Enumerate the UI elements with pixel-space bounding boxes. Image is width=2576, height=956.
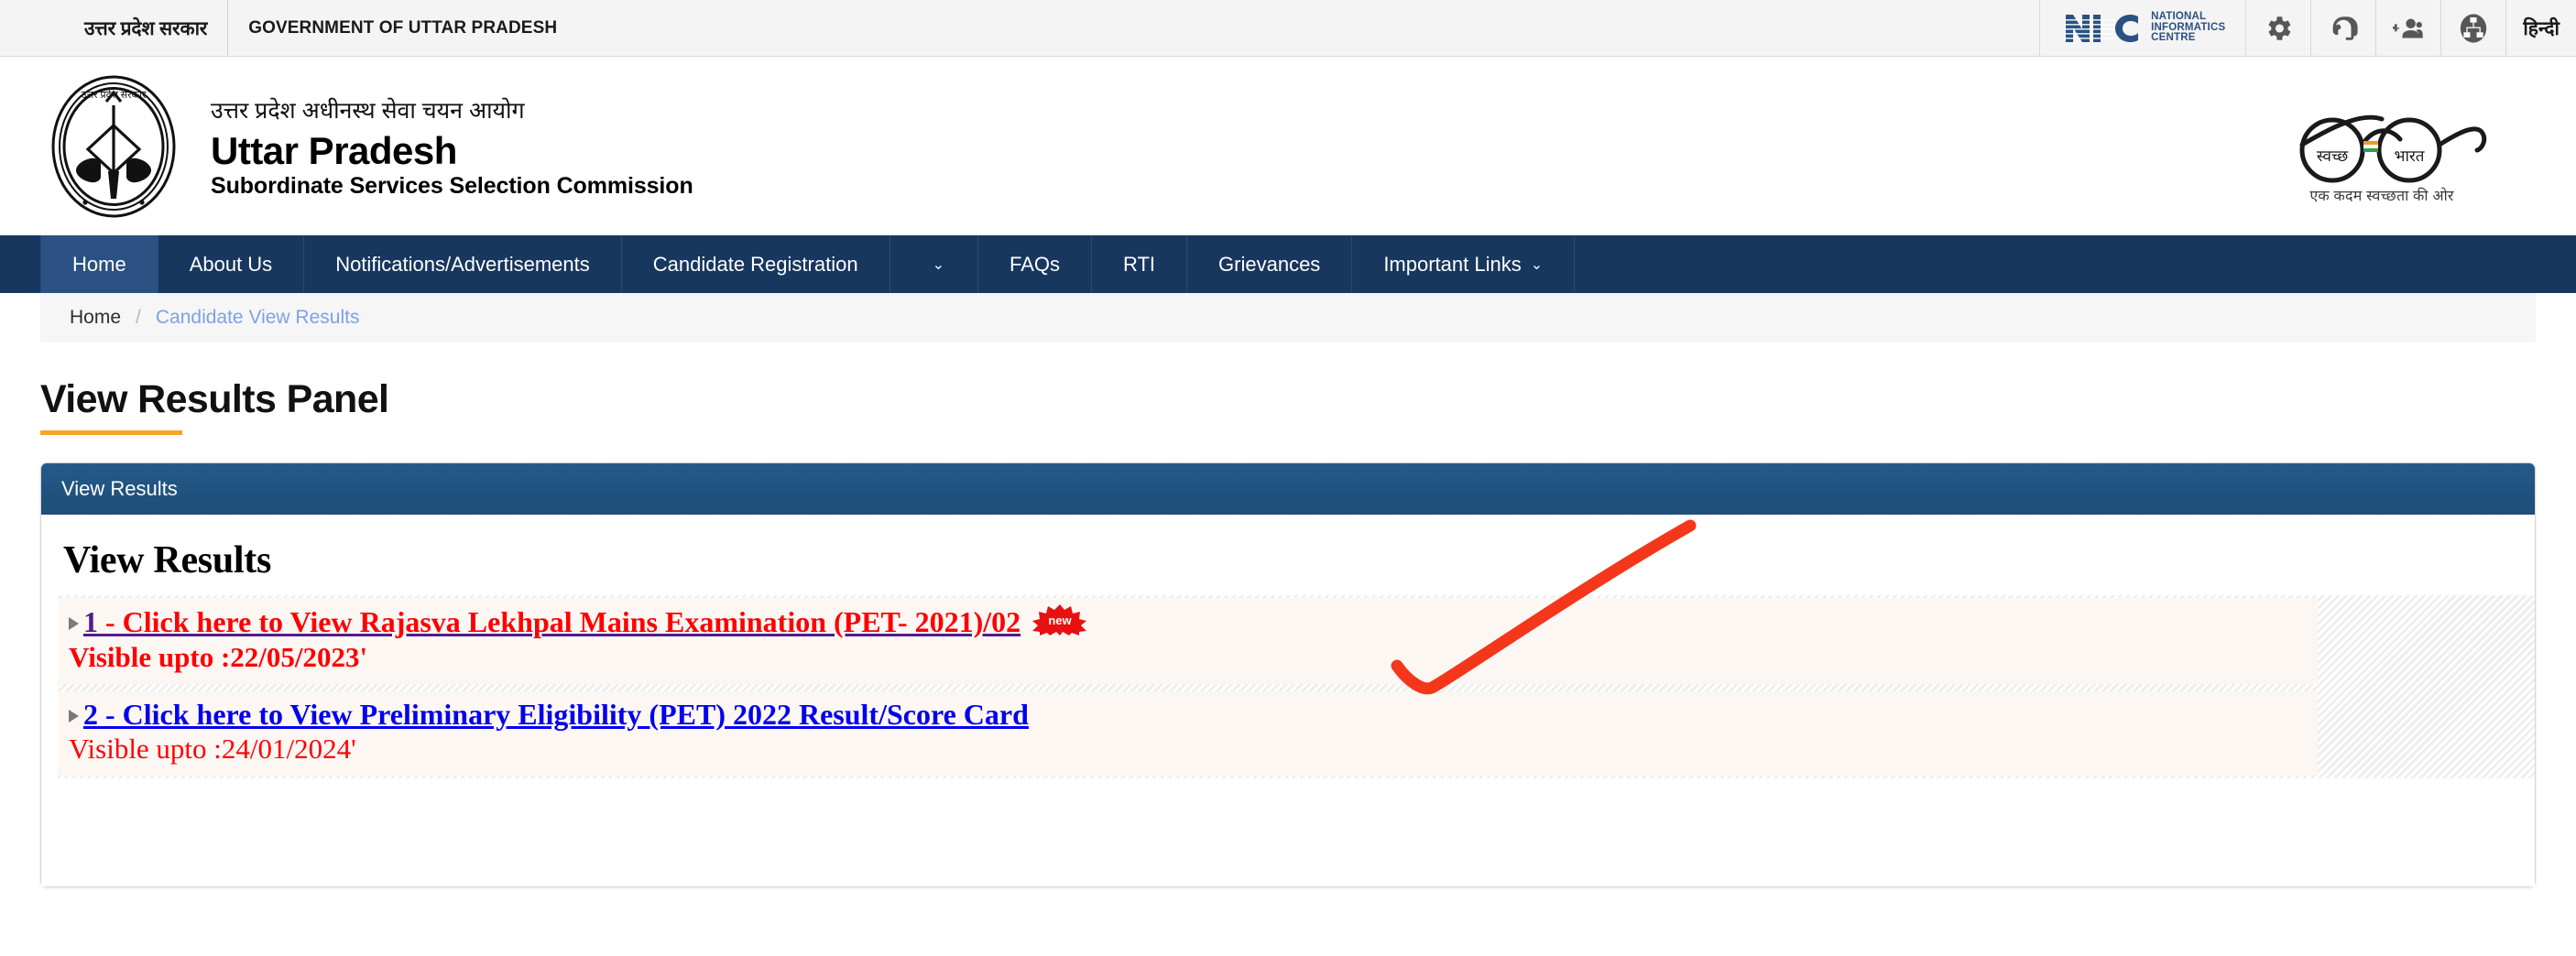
result-visibility-2: Visible upto :24/01/2024' [69, 733, 356, 765]
bullet-triangle-icon [69, 709, 79, 722]
chevron-down-icon: ⌄ [1530, 256, 1544, 273]
results-heading: View Results [63, 539, 271, 581]
page-title-section: View Results Panel [0, 342, 2576, 435]
add-user-icon [2393, 18, 2424, 38]
new-starburst-icon: new [1032, 604, 1087, 636]
result-link-text: - Click here to View Preliminary Eligibi… [98, 698, 1029, 731]
panel-header-label: View Results [61, 477, 178, 500]
up-government-emblem-icon: उत्तर प्रदेश सरकार [51, 75, 176, 217]
breadcrumb-separator: / [136, 307, 141, 328]
nic-wordmark: NATIONAL INFORMATICS CENTRE [2151, 10, 2225, 44]
nav-label: Important Links [1383, 252, 1522, 276]
panel-footer-space [41, 778, 2535, 886]
swachh-word-right: भारत [2395, 147, 2425, 165]
nav-label: Home [72, 252, 126, 276]
panel-body: View Results 1 - Click here to View Raja… [41, 515, 2535, 886]
nav-label: About Us [189, 252, 273, 276]
nav-item-home[interactable]: Home [40, 235, 158, 293]
breadcrumb: Home / Candidate View Results [40, 293, 2536, 342]
language-label: हिन्दी [2523, 17, 2560, 39]
page-title: View Results Panel [40, 377, 389, 421]
nav-label: Notifications/Advertisements [335, 252, 590, 276]
chevron-down-icon: ⌄ [932, 256, 944, 273]
nic-logo[interactable]: NATIONAL INFORMATICS CENTRE [2039, 0, 2246, 56]
new-badge-label: new [1049, 614, 1073, 627]
gov-name-english: GOVERNMENT OF UTTAR PRADESH [248, 17, 558, 38]
nav-item-important-links[interactable]: Important Links ⌄ [1352, 235, 1576, 293]
new-badge: new [1031, 604, 1088, 640]
nav-label: FAQs [1009, 252, 1060, 276]
result-link-text: - Click here to View Rajasva Lekhpal Mai… [98, 605, 1021, 638]
result-link-1[interactable]: 1 - Click here to View Rajasva Lekhpal M… [83, 605, 1021, 639]
swachh-word-left: स्वच्छ [2317, 147, 2349, 165]
nav-item-candidate-registration[interactable]: Candidate Registration [622, 235, 890, 293]
results-list: 1 - Click here to View Rajasva Lekhpal M… [58, 595, 2535, 778]
view-results-panel: View Results View Results 1 - Click here… [40, 462, 2536, 887]
breadcrumb-home-link[interactable]: Home [70, 307, 121, 329]
breadcrumb-current[interactable]: Candidate View Results [156, 307, 360, 329]
gear-icon [2268, 16, 2291, 40]
brand-block[interactable]: उत्तर प्रदेश सरकार उत्तर प्रदेश अधीनस्थ … [40, 74, 693, 219]
brand-title-line2: Subordinate Services Selection Commissio… [211, 172, 693, 199]
nic-line-1: NATIONAL [2151, 10, 2207, 22]
result-link-2[interactable]: 2 - Click here to View Preliminary Eligi… [83, 698, 1029, 732]
headset-icon [2332, 16, 2358, 40]
result-row: 2 - Click here to View Preliminary Eligi… [58, 691, 2318, 776]
brand-title-hindi: उत्तर प्रदेश अधीनस्थ सेवा चयन आयोग [211, 98, 525, 125]
sitemap-button[interactable] [2440, 0, 2506, 56]
sitemap-icon [2461, 13, 2487, 43]
site-header: उत्तर प्रदेश सरकार उत्तर प्रदेश अधीनस्थ … [0, 57, 2576, 235]
top-utility-bar: उत्तर प्रदेश सरकार GOVERNMENT OF UTTAR P… [0, 0, 2576, 57]
nic-line-3: CENTRE [2151, 32, 2196, 44]
swachh-tagline: एक कदम स्वच्छता की ओर [2309, 188, 2454, 204]
nav-item-rti[interactable]: RTI [1092, 235, 1188, 293]
nav-label: RTI [1122, 252, 1156, 276]
nav-item-dropdown-toggle[interactable]: ⌄ [890, 235, 978, 293]
nav-item-notifications-advertisements[interactable]: Notifications/Advertisements [304, 235, 622, 293]
main-navigation: Home About Us Notifications/Advertisemen… [0, 235, 2576, 293]
nav-item-grievances[interactable]: Grievances [1187, 235, 1353, 293]
result-number: 2 [83, 698, 98, 731]
result-number: 1 [83, 605, 98, 638]
support-button[interactable] [2310, 0, 2376, 56]
swachh-bharat-glasses-icon: स्वच्छ भारत [2299, 114, 2487, 182]
nav-item-about-us[interactable]: About Us [158, 235, 305, 293]
nav-item-faqs[interactable]: FAQs [978, 235, 1092, 293]
nav-label: Candidate Registration [652, 252, 858, 276]
panel-header: View Results [41, 463, 2535, 515]
result-visibility-1: Visible upto :22/05/2023' [69, 641, 368, 673]
top-utility-actions: NATIONAL INFORMATICS CENTRE हिन्दी [2039, 0, 2576, 56]
bullet-triangle-icon [69, 616, 79, 630]
nic-mark-icon [2064, 14, 2139, 42]
nav-label: Grievances [1218, 252, 1321, 276]
add-user-button[interactable] [2375, 0, 2441, 56]
title-underline-rule [40, 430, 182, 435]
result-row: 1 - Click here to View Rajasva Lekhpal M… [58, 598, 2318, 684]
gov-identity: उत्तर प्रदेश सरकार GOVERNMENT OF UTTAR P… [0, 0, 557, 56]
swachh-bharat-logo: स्वच्छ भारत एक कदम स्वच्छता की ओर [2272, 88, 2492, 205]
language-toggle[interactable]: हिन्दी [2505, 0, 2576, 56]
gov-name-hindi: उत्तर प्रदेश सरकार [84, 0, 229, 56]
settings-button[interactable] [2245, 0, 2311, 56]
row-separator [58, 684, 2535, 691]
brand-title-line1: Uttar Pradesh [211, 128, 457, 172]
